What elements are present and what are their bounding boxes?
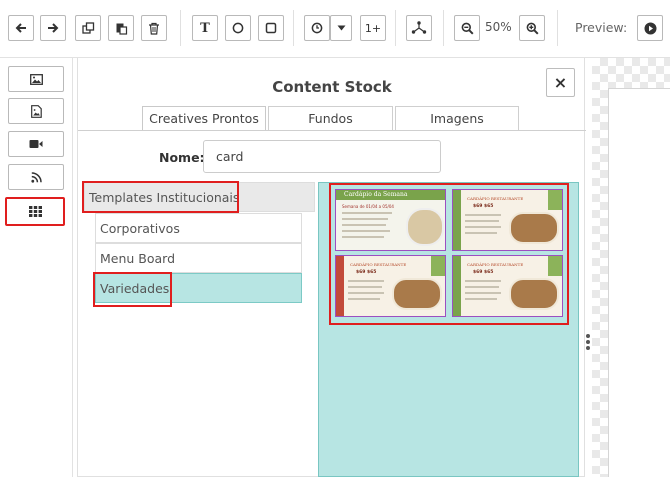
template-grid: Cardápio da Semana Semana de 01/04 a 05/… [318,182,579,477]
category-label: Corporativos [100,220,180,236]
zoom-level: 50% [485,20,512,34]
clock-button[interactable] [304,15,330,41]
rss-icon [30,171,42,183]
template-subtitle: $69 $65 [473,204,494,209]
template-subtitle: $69 $65 [356,270,377,275]
tab-imagens[interactable]: Imagens [395,106,519,130]
close-icon: × [553,73,568,92]
category-menu-board[interactable]: Menu Board [95,243,302,273]
zoom-in-button[interactable] [519,15,545,41]
trash-icon [149,22,159,35]
food-plate-image [392,278,442,310]
content-stock-panel: Content Stock × Creatives Prontos Fundos… [77,58,586,477]
page-indicator: 1+ [364,21,382,35]
template-thumbnail-4[interactable]: CARDÁPIO RESTAURANTE $69 $65 [452,255,563,317]
paste-icon [116,23,127,35]
template-title: CARDÁPIO RESTAURANTE [467,262,524,267]
paste-button[interactable] [108,15,134,41]
zoom-out-button[interactable] [454,15,480,41]
caret-down-icon [337,25,345,31]
text-tool-button[interactable]: T [192,15,218,41]
undo-button[interactable] [8,15,34,41]
preview-label: Preview: [575,20,628,35]
category-label: Menu Board [100,250,176,266]
rail-templates-button[interactable] [5,197,65,226]
add-page-button[interactable]: 1+ [360,15,386,41]
template-title: Cardápio da Semana [344,191,408,198]
tab-divider [78,130,586,131]
template-title: CARDÁPIO RESTAURANTE [350,262,407,267]
tab-creatives-prontos[interactable]: Creatives Prontos [142,106,266,130]
zoom-in-icon [526,22,539,35]
play-circle-icon [644,22,656,34]
zoom-out-icon [461,22,474,35]
image-icon [29,73,43,85]
circle-icon [232,22,244,34]
duplicate-button[interactable] [75,15,101,41]
category-variedades[interactable]: Variedades [95,273,302,303]
video-icon [29,140,43,148]
arrow-left-icon [15,23,26,33]
rail-video-button[interactable] [8,131,64,157]
left-rail [0,58,73,477]
food-plate-image [509,278,559,310]
toolbar-divider [293,10,294,46]
food-plate-image [406,208,444,246]
tab-label: Imagens [430,111,484,126]
grid-icon [28,206,42,217]
toolbar-divider [557,10,558,46]
toolbar-divider [180,10,181,46]
template-subtitle: Semana de 01/04 a 05/04 [342,204,394,209]
template-thumbnail-2[interactable]: CARDÁPIO RESTAURANTE $69 $65 [452,189,563,251]
tab-fundos[interactable]: Fundos [268,106,393,130]
clock-dropdown-button[interactable] [330,15,352,41]
rectangle-tool-button[interactable] [258,15,284,41]
toolbar: T 1+ 50% Preview: [0,0,670,58]
name-search-input[interactable] [203,140,441,173]
panel-title: Content Stock [272,78,392,96]
text-tool-label: T [200,20,210,36]
rectangle-icon [265,22,277,34]
panel-resize-handle[interactable] [585,333,591,351]
clock-icon [311,22,323,34]
category-corporativos[interactable]: Corporativos [95,213,302,243]
tab-label: Fundos [308,111,353,126]
image-file-icon [30,104,42,118]
arrow-right-icon [48,23,59,33]
rail-rss-button[interactable] [8,164,64,190]
rail-image-button[interactable] [8,66,64,92]
clone-icon [81,21,94,34]
circle-tool-button[interactable] [225,15,251,41]
template-thumbnail-1[interactable]: Cardápio da Semana Semana de 01/04 a 05/… [335,189,446,251]
canvas-page[interactable] [608,88,670,477]
delete-button[interactable] [141,15,167,41]
category-label: Variedades [100,280,170,296]
category-header-templates-institucionais[interactable]: Templates Institucionais [84,182,315,212]
rail-image-file-button[interactable] [8,98,64,124]
node-tool-button[interactable] [406,15,432,41]
tab-label: Creatives Prontos [149,111,259,126]
food-plate-image [509,212,559,244]
toolbar-divider [395,10,396,46]
template-title: CARDÁPIO RESTAURANTE [467,196,524,201]
node-tree-icon [411,21,427,34]
template-subtitle: $69 $65 [473,270,494,275]
template-thumbnail-3[interactable]: CARDÁPIO RESTAURANTE $69 $65 [335,255,446,317]
preview-play-button[interactable] [637,15,663,41]
close-button[interactable]: × [546,68,575,97]
category-header-label: Templates Institucionais [89,189,240,205]
toolbar-divider [443,10,444,46]
redo-button[interactable] [40,15,66,41]
name-label: Nome: [159,150,205,165]
